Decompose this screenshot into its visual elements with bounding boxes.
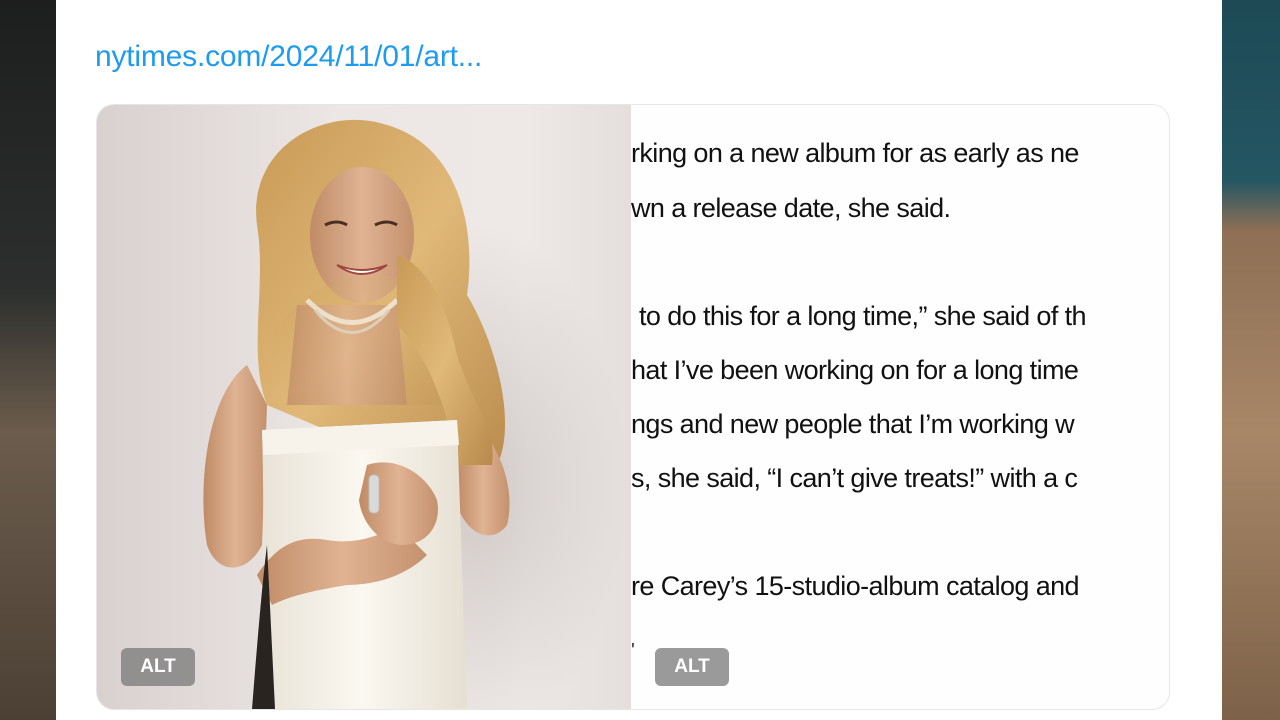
stray-mark: ' <box>631 640 635 662</box>
background-right <box>1222 0 1280 720</box>
text-line-4: hat I’ve been working on for a long time <box>631 355 1079 385</box>
alt-badge-photo[interactable]: ALT <box>121 648 195 686</box>
text-line-6: s, she said, “I can’t give treats!” with… <box>631 463 1078 493</box>
article-text-image[interactable]: rking on a new album for as early as ne … <box>631 105 1169 709</box>
article-link[interactable]: nytimes.com/2024/11/01/art... <box>95 40 482 74</box>
text-line-1: rking on a new album for as early as ne <box>631 138 1079 168</box>
text-line-3: to do this for a long time,” she said of… <box>639 301 1087 331</box>
text-line-2: wn a release date, she said. <box>631 193 951 223</box>
media-gallery: ALT rking on a new album for as early as… <box>96 104 1170 710</box>
text-line-5: ngs and new people that I’m working w <box>631 409 1075 439</box>
portrait-photo[interactable]: ALT <box>97 105 631 709</box>
background-left <box>0 0 56 720</box>
text-line-7: re Carey’s 15-studio-album catalog and <box>631 571 1080 601</box>
portrait-illustration <box>203 119 627 709</box>
alt-badge-text[interactable]: ALT <box>655 648 729 686</box>
